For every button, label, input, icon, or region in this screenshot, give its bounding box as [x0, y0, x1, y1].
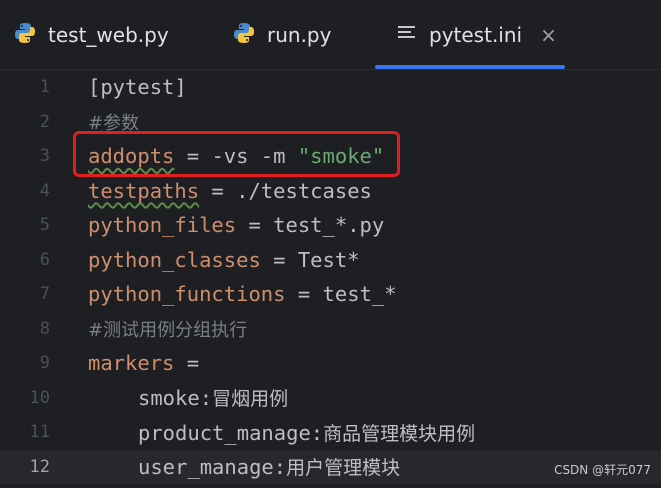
code-text: testpaths = ./testcases [88, 179, 372, 203]
assign-operator: = [199, 178, 237, 203]
active-tab-indicator [375, 65, 565, 69]
line-number: 7 [39, 284, 50, 305]
code-text: markers = [88, 351, 199, 375]
line-number: 5 [39, 215, 50, 236]
line-number: 6 [39, 249, 50, 270]
tab-label: test_web.py [48, 23, 169, 47]
comment-text: #测试用例分组执行 [88, 319, 248, 341]
assign-operator: = [285, 282, 323, 307]
watermark-text: CSDN @轩元077 [554, 463, 651, 477]
line-number: 3 [39, 146, 50, 167]
line-number: 10 [29, 387, 50, 408]
editor-tab-bar: test_web.py run.py pytest.ini × [0, 0, 661, 70]
code-text: user_manage:用户管理模块 [138, 453, 400, 480]
line-number: 11 [29, 422, 50, 443]
ini-value: Test* [297, 247, 360, 272]
code-text: smoke:冒烟用例 [138, 384, 288, 411]
assign-operator: = [260, 247, 298, 272]
line-number: 12 [29, 456, 50, 477]
ini-value: ./testcases [236, 178, 372, 203]
ini-file-icon [397, 23, 417, 47]
marker-description: 商品管理模块用例 [323, 422, 476, 445]
code-text: product_manage:商品管理模块用例 [138, 419, 475, 446]
assign-operator: = [174, 351, 200, 376]
line-number: 2 [39, 111, 50, 132]
ini-key: python_functions [88, 282, 286, 307]
tab-pytest-ini[interactable]: pytest.ini × [397, 0, 557, 70]
line-number: 4 [39, 180, 50, 201]
tab-label: run.py [267, 23, 332, 47]
ini-value: test_* [322, 282, 397, 307]
code-line: 7 python_functions = test_* [0, 277, 661, 312]
code-line: 10 smoke:冒烟用例 [0, 381, 661, 416]
code-text: python_classes = Test* [88, 248, 360, 272]
ini-key: testpaths [88, 178, 200, 203]
assign-operator: = [236, 213, 274, 238]
marker-name: user_manage: [138, 455, 287, 480]
marker-description: 冒烟用例 [212, 388, 289, 411]
tab-label: pytest.ini [429, 23, 523, 47]
tab-run-py[interactable]: run.py [233, 0, 331, 70]
code-text: python_files = test_*.py [88, 213, 384, 237]
marker-name: smoke: [138, 386, 213, 411]
code-line: 9 markers = [0, 346, 661, 381]
code-line: 8 #测试用例分组执行 [0, 312, 661, 347]
line-number: 1 [39, 77, 50, 98]
ini-key: python_classes [88, 247, 261, 272]
python-icon [14, 22, 36, 49]
ini-value: test_*.py [273, 213, 385, 238]
code-text: [pytest] [88, 75, 187, 100]
highlight-annotation-box [73, 131, 400, 177]
line-number: 8 [39, 318, 50, 339]
python-icon [233, 22, 255, 49]
code-line: 6 python_classes = Test* [0, 243, 661, 278]
code-line: 4 testpaths = ./testcases [0, 174, 661, 209]
close-icon[interactable]: × [540, 23, 557, 47]
marker-description: 用户管理模块 [286, 457, 401, 480]
code-line: 1 [pytest] [0, 70, 661, 105]
line-number: 9 [39, 353, 50, 374]
code-text: python_functions = test_* [88, 282, 397, 306]
ini-key: python_files [88, 213, 237, 238]
code-line: 5 python_files = test_*.py [0, 208, 661, 243]
marker-name: product_manage: [138, 420, 324, 445]
ini-key: markers [88, 351, 175, 376]
code-line: 11 product_manage:商品管理模块用例 [0, 415, 661, 450]
tab-test-web-py[interactable]: test_web.py [14, 0, 169, 70]
